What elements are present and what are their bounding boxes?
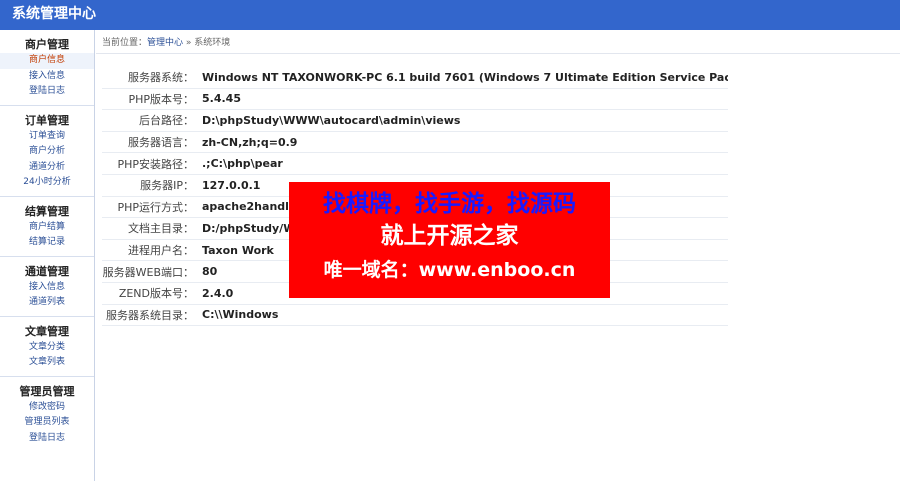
watermark-line-3: 唯一域名：www.enboo.cn <box>323 259 576 281</box>
info-label: ZEND版本号： <box>102 282 202 305</box>
table-row: 后台路径： D:\phpStudy\WWW\autocard\admin\view… <box>102 109 728 132</box>
sidebar-nav: 商户管理 商户信息 接入信息 登陆日志 订单管理 订单查询 商户分析 通道分析 … <box>0 30 95 481</box>
breadcrumb-home-link[interactable]: 管理中心 <box>147 38 183 48</box>
sidebar-item-login-log[interactable]: 登陆日志 <box>0 84 94 100</box>
sidebar-item-admin-login-log[interactable]: 登陆日志 <box>0 431 94 447</box>
sidebar-group-title: 文章管理 <box>25 324 69 338</box>
breadcrumb-separator: » <box>183 38 195 48</box>
sidebar-item-24h-analysis[interactable]: 24小时分析 <box>0 175 94 191</box>
sidebar-item-channel-access-info[interactable]: 接入信息 <box>0 280 94 296</box>
sidebar-item-settlement-records[interactable]: 结算记录 <box>0 235 94 251</box>
info-label: 服务器IP： <box>102 174 202 197</box>
info-value: zh-CN,zh;q=0.9 <box>202 131 728 154</box>
info-value: 5.4.45 <box>202 88 728 111</box>
info-label: PHP安装路径： <box>102 152 202 175</box>
info-value: .;C:\php\pear <box>202 152 728 175</box>
sidebar-item-merchant-settlement[interactable]: 商户结算 <box>0 220 94 236</box>
top-header-bar: 系统管理中心 <box>0 0 900 30</box>
sidebar-group-merchant: 商户管理 商户信息 接入信息 登陆日志 <box>0 30 94 106</box>
breadcrumb: 当前位置：管理中心 » 系统环境 <box>102 36 230 50</box>
info-value: Windows NT TAXONWORK-PC 6.1 build 7601 (… <box>202 67 728 89</box>
sidebar-group-settlement: 结算管理 商户结算 结算记录 <box>0 197 94 257</box>
breadcrumb-current: 系统环境 <box>194 38 231 48</box>
table-row: PHP版本号： 5.4.45 <box>102 88 728 111</box>
table-row: 服务器语言： zh-CN,zh;q=0.9 <box>102 131 728 154</box>
info-label: 服务器语言： <box>102 131 202 154</box>
sidebar-item-channel-list[interactable]: 通道列表 <box>0 295 94 311</box>
breadcrumb-prefix: 当前位置： <box>102 38 148 48</box>
sidebar-group-title: 订单管理 <box>25 113 69 127</box>
sidebar-item-access-info[interactable]: 接入信息 <box>0 69 94 85</box>
table-row: 服务器系统目录： C:\\Windows <box>102 304 728 327</box>
sidebar-item-merchant-info[interactable]: 商户信息 <box>0 53 94 69</box>
app-title: 系统管理中心 <box>12 6 96 22</box>
sidebar-group-admins: 管理员管理 修改密码 管理员列表 登陆日志 <box>0 377 94 452</box>
sidebar-group-title: 通道管理 <box>25 264 69 278</box>
sidebar-item-admin-list[interactable]: 管理员列表 <box>0 415 94 431</box>
sidebar-group-title: 管理员管理 <box>19 384 75 398</box>
info-label: PHP运行方式： <box>102 196 202 219</box>
info-label: 后台路径： <box>102 109 202 132</box>
sidebar-item-channel-analysis[interactable]: 通道分析 <box>0 160 94 176</box>
sidebar-group-channels: 通道管理 接入信息 通道列表 <box>0 257 94 317</box>
sidebar-item-article-categories[interactable]: 文章分类 <box>0 340 94 356</box>
info-label: 服务器系统目录： <box>102 304 202 327</box>
breadcrumb-divider <box>96 53 900 54</box>
sidebar-item-article-list[interactable]: 文章列表 <box>0 355 94 371</box>
sidebar-item-merchant-analysis[interactable]: 商户分析 <box>0 144 94 160</box>
sidebar-item-order-query[interactable]: 订单查询 <box>0 129 94 145</box>
info-value: C:\\Windows <box>202 304 728 327</box>
watermark-banner: 找棋牌，找手游，找源码 就上开源之家 唯一域名：www.enboo.cn <box>289 182 610 298</box>
info-label: 服务器系统： <box>102 67 202 89</box>
info-label: PHP版本号： <box>102 88 202 111</box>
watermark-line-1: 找棋牌，找手游，找源码 <box>323 191 576 217</box>
sidebar-group-articles: 文章管理 文章分类 文章列表 <box>0 317 94 377</box>
table-row: PHP安装路径： .;C:\php\pear <box>102 152 728 175</box>
sidebar-group-title: 结算管理 <box>25 204 69 218</box>
info-label: 文档主目录： <box>102 217 202 240</box>
info-label: 进程用户名： <box>102 239 202 262</box>
info-label: 服务器WEB端口： <box>102 260 202 283</box>
info-value: D:\phpStudy\WWW\autocard\admin\views <box>202 109 728 132</box>
sidebar-group-orders: 订单管理 订单查询 商户分析 通道分析 24小时分析 <box>0 106 94 197</box>
watermark-line-2: 就上开源之家 <box>380 223 519 249</box>
table-row: 服务器系统： Windows NT TAXONWORK-PC 6.1 build … <box>102 67 728 89</box>
sidebar-group-title: 商户管理 <box>25 38 69 51</box>
sidebar-item-change-password[interactable]: 修改密码 <box>0 400 94 416</box>
